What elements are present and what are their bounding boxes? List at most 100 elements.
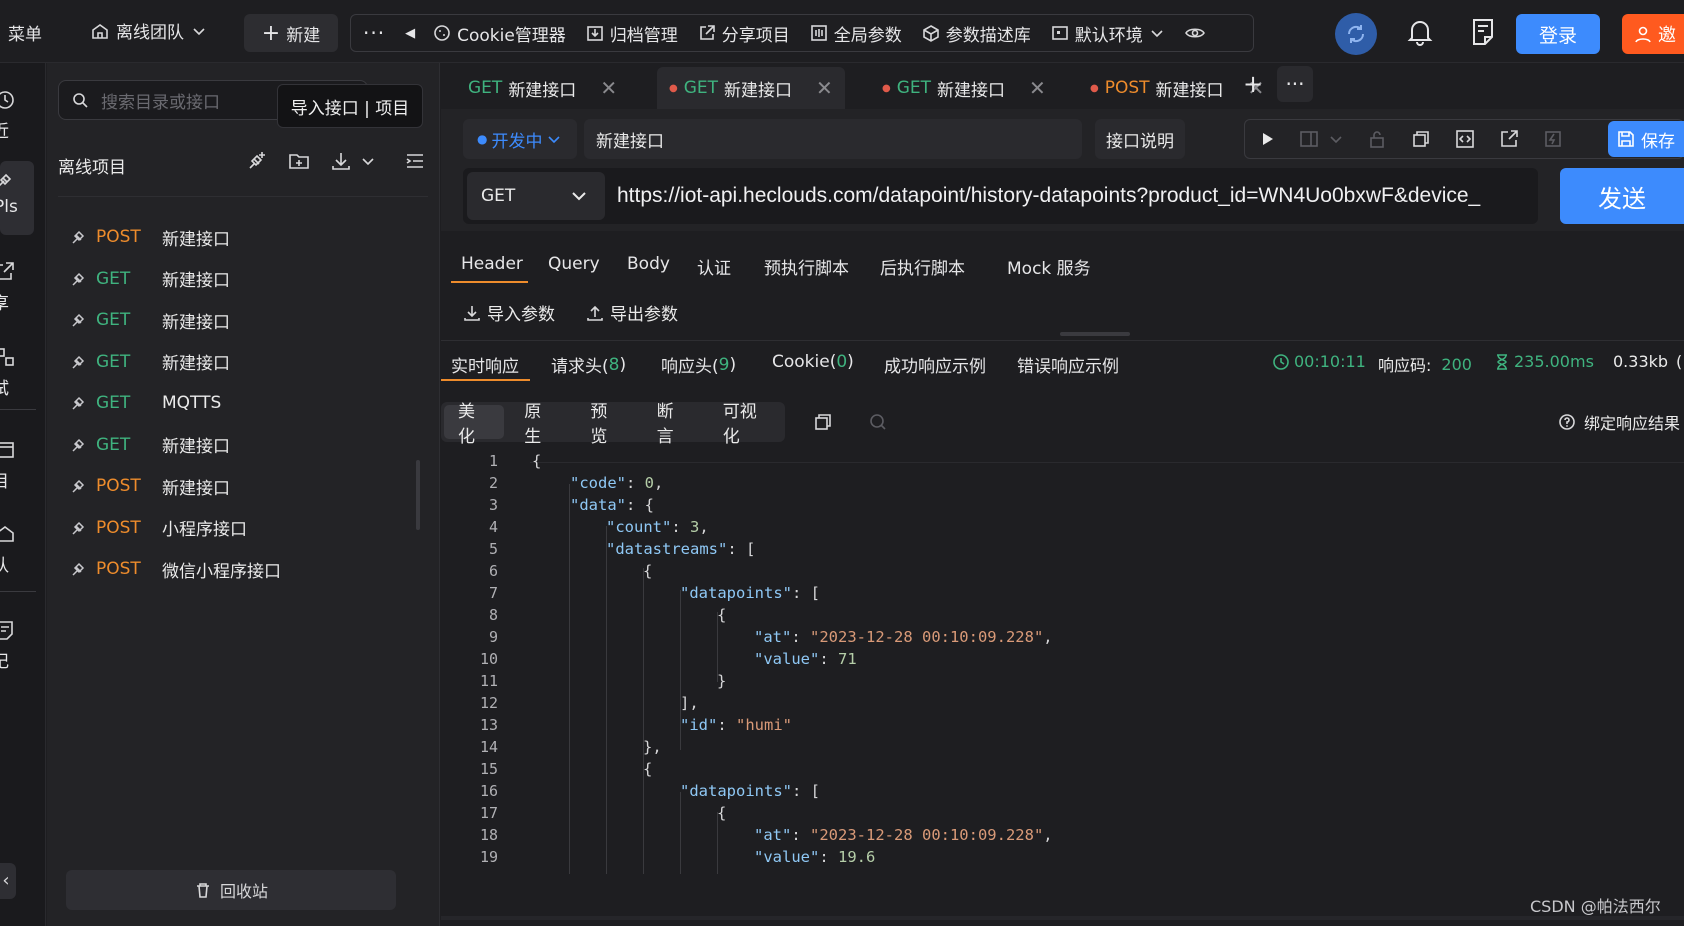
rail-apis[interactable]: Pls [0, 161, 34, 235]
view-tab[interactable]: 可视化 [709, 402, 785, 447]
more-indicator: ( [1676, 352, 1683, 371]
import-dropdown[interactable] [330, 150, 376, 172]
view-tab[interactable]: 美化 [444, 402, 505, 447]
team-selector[interactable]: 离线团队 [90, 18, 208, 43]
tree-item[interactable]: POST 微信小程序接口 [70, 549, 281, 589]
status-selector[interactable]: ● 开发中 [463, 119, 577, 159]
share-project-button[interactable]: 分享项目 [688, 15, 800, 51]
export-icon[interactable] [1499, 129, 1519, 149]
save-button[interactable]: 保存 [1608, 121, 1684, 157]
rail-test[interactable]: 试 [0, 338, 46, 408]
code-icon[interactable] [1455, 129, 1475, 149]
json-key: "id" [680, 716, 718, 734]
menu-button[interactable]: 菜单 [8, 20, 42, 45]
request-sub-tab[interactable]: Header [461, 254, 523, 274]
eye-icon[interactable] [1175, 15, 1215, 51]
split-resize-handle[interactable] [1060, 332, 1130, 336]
tree-item[interactable]: GET 新建接口 [70, 425, 230, 465]
tree-item[interactable]: GET 新建接口 [70, 300, 230, 340]
send-button[interactable]: 发送 [1560, 168, 1684, 224]
rail-share[interactable]: 享 [0, 253, 46, 323]
request-tab[interactable]: GET 新建接口 ✕ [456, 67, 629, 109]
add-api-icon[interactable] [246, 150, 268, 172]
tab-realtime-response[interactable]: 实时响应 [451, 352, 519, 377]
template-dropdown[interactable] [1299, 130, 1343, 148]
global-params-button[interactable]: 全局参数 [800, 15, 912, 51]
tab-success-example[interactable]: 成功响应示例 [884, 352, 986, 377]
copy-icon[interactable] [1411, 129, 1431, 149]
code-line: { [643, 562, 653, 580]
param-library-button[interactable]: 参数描述库 [912, 15, 1041, 51]
tab-error-example[interactable]: 错误响应示例 [1017, 352, 1119, 377]
lock-icon[interactable] [1367, 129, 1387, 149]
request-sub-tab[interactable]: 预执行脚本 [764, 254, 849, 279]
tab-name: 新建接口 [508, 80, 577, 101]
import-params-button[interactable]: 导入参数 [463, 300, 555, 325]
collapse-tree-icon[interactable] [404, 150, 426, 172]
export-params-button[interactable]: 导出参数 [586, 300, 678, 325]
close-icon[interactable]: ✕ [816, 76, 833, 100]
paren: ) [729, 354, 737, 375]
request-name-input[interactable]: 新建接口 [584, 119, 1082, 159]
bell-icon[interactable] [1407, 18, 1433, 46]
copy-icon[interactable] [813, 412, 833, 432]
new-button[interactable]: + 新建 [244, 14, 338, 52]
sync-icon[interactable] [1335, 13, 1377, 55]
rail-recent[interactable]: 近 [0, 81, 46, 151]
indent-guide [569, 484, 570, 874]
view-tab[interactable]: 原生 [510, 402, 570, 447]
panel-resize-handle[interactable] [416, 460, 420, 530]
environment-selector[interactable]: 默认环境 [1041, 15, 1175, 51]
request-sub-tab[interactable]: 认证 [697, 254, 731, 279]
flash-icon[interactable] [1543, 129, 1563, 149]
close-icon[interactable]: ✕ [1029, 76, 1046, 100]
add-folder-icon[interactable] [288, 150, 310, 172]
collapse-left-icon[interactable]: ◀ [397, 15, 423, 51]
tab-cookie[interactable]: Cookie(0) [772, 352, 854, 372]
search-input[interactable]: 搜索目录或接口 [101, 88, 220, 113]
invite-button[interactable]: 邀 [1622, 14, 1684, 54]
request-tab[interactable]: ● GET 新建接口 ✕ [657, 67, 845, 109]
run-icon[interactable] [1259, 131, 1275, 147]
tab-method: GET [468, 78, 503, 98]
tab-more-icon[interactable]: ··· [1277, 66, 1313, 102]
tab-request-headers[interactable]: 请求头(8) [551, 352, 626, 378]
tree-item[interactable]: GET 新建接口 [70, 259, 230, 299]
tree-item[interactable]: GET MQTTS [70, 383, 221, 423]
notes-icon[interactable] [1471, 18, 1495, 46]
view-mode-group: 美化 原生 预览 断言 可视化 [441, 402, 785, 447]
recycle-bin-button[interactable]: 回收站 [66, 870, 396, 910]
cookie-manager-button[interactable]: Cookie管理器 [423, 15, 576, 51]
more-icon[interactable]: ··· [351, 15, 397, 51]
rail-team[interactable]: 队 [0, 515, 46, 585]
request-sub-tab[interactable]: Mock 服务 [1007, 254, 1091, 279]
tree-item[interactable]: GET 新建接口 [70, 342, 230, 382]
cookie-label: Cookie( [772, 352, 837, 372]
tree-item[interactable]: POST 小程序接口 [70, 508, 247, 548]
tab-response-headers[interactable]: 响应头(9) [661, 352, 737, 378]
rail-notes[interactable]: 记 [0, 611, 46, 681]
rail-project[interactable]: 目 [0, 431, 46, 501]
search-icon[interactable] [868, 412, 888, 432]
url-input[interactable]: https://iot-api.heclouds.com/datapoint/h… [617, 184, 1532, 208]
chevron-down-icon [193, 27, 205, 35]
request-sub-tab[interactable]: Query [548, 254, 600, 274]
line-number: 10 [479, 650, 498, 668]
request-sub-tab[interactable]: Body [627, 254, 670, 274]
api-doc-button[interactable]: 接口说明 [1095, 119, 1185, 159]
method-selector[interactable]: GET [467, 172, 605, 220]
help-icon [1559, 414, 1575, 430]
tree-item[interactable]: POST 新建接口 [70, 466, 230, 506]
archive-button[interactable]: 归档管理 [576, 15, 688, 51]
close-icon[interactable]: ✕ [600, 76, 617, 100]
add-tab-icon[interactable]: + [1235, 66, 1271, 102]
view-tab[interactable]: 断言 [643, 402, 703, 447]
view-tab[interactable]: 预览 [576, 402, 636, 447]
bind-response-button[interactable]: 绑定响应结果 [1558, 410, 1680, 434]
rail-collapse-icon[interactable]: ‹ [0, 863, 16, 899]
request-tab[interactable]: ● GET 新建接口 ✕ [870, 67, 1058, 109]
login-button[interactable]: 登录 [1516, 14, 1600, 54]
request-sub-tab[interactable]: 后执行脚本 [880, 254, 965, 279]
tree-item[interactable]: POST 新建接口 [70, 217, 230, 257]
horizontal-scrollbar[interactable] [441, 916, 1684, 920]
